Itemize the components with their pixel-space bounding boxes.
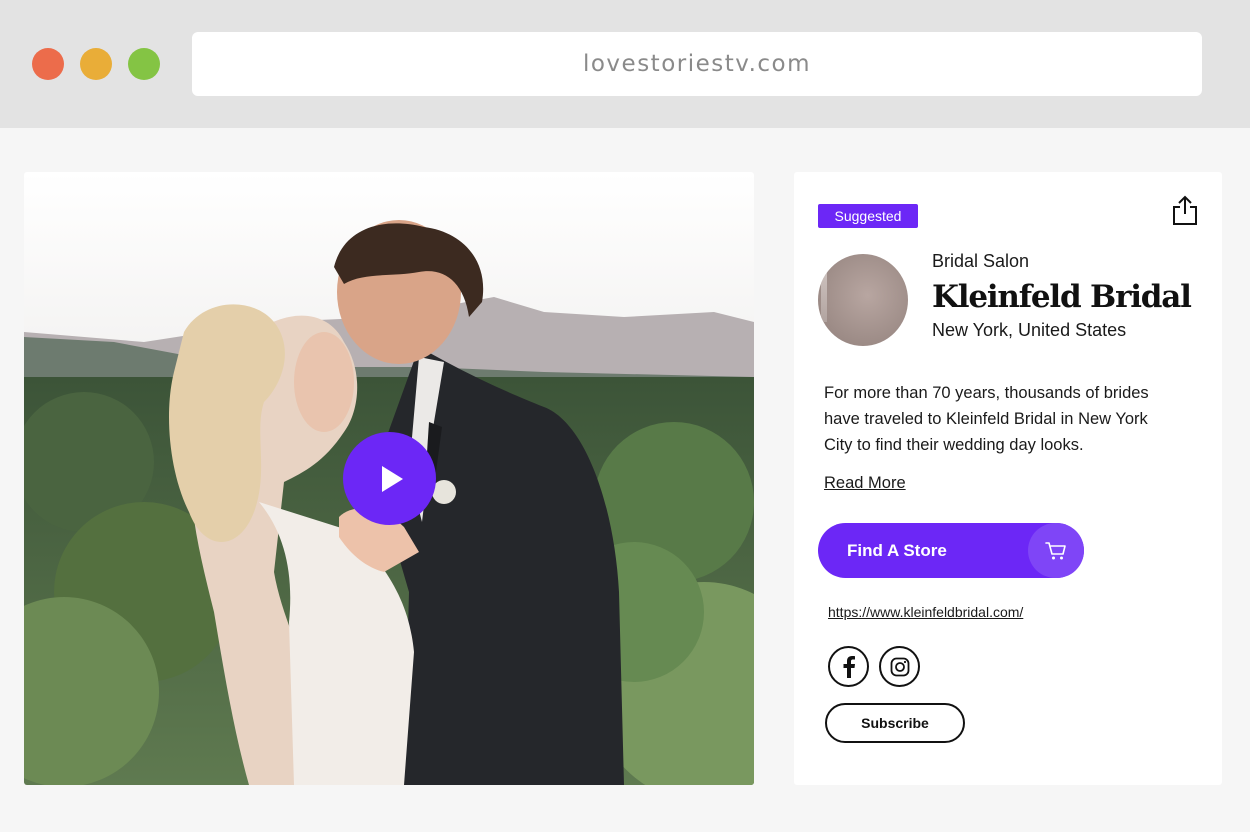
vendor-location: New York, United States <box>932 320 1127 340</box>
find-a-store-button[interactable]: Find A Store <box>818 523 1084 578</box>
window-close-button[interactable] <box>32 48 64 80</box>
play-button[interactable] <box>343 432 436 525</box>
share-icon <box>1173 195 1197 225</box>
facebook-icon <box>843 655 855 678</box>
read-more-link[interactable]: Read More <box>824 474 906 493</box>
suggested-badge: Suggested <box>818 204 918 228</box>
vendor-description: For more than 70 years, thousands of bri… <box>824 384 1149 454</box>
facebook-button[interactable] <box>828 646 869 687</box>
subscribe-button[interactable]: Subscribe <box>825 703 965 743</box>
address-bar[interactable]: lovestoriestv.com <box>192 32 1202 96</box>
vendor-card: Suggested Bridal Salon Kleinfeld Bridal … <box>794 172 1222 785</box>
window-maximize-button[interactable] <box>128 48 160 80</box>
video-player[interactable] <box>24 172 754 785</box>
vendor-name: Kleinfeld Bridal <box>932 279 1192 315</box>
cart-icon <box>1045 541 1066 559</box>
browser-chrome: lovestoriestv.com <box>0 0 1250 128</box>
website-link[interactable]: https://www.kleinfeldbridal.com/ <box>828 604 1023 620</box>
find-a-store-label: Find A Store <box>847 541 947 560</box>
vendor-category: Bridal Salon <box>932 251 1030 271</box>
address-bar-url: lovestoriestv.com <box>582 51 812 77</box>
vendor-avatar[interactable] <box>818 254 908 346</box>
instagram-icon <box>890 657 909 676</box>
instagram-button[interactable] <box>879 646 920 687</box>
window-minimize-button[interactable] <box>80 48 112 80</box>
play-icon <box>381 465 403 492</box>
share-button[interactable] <box>1170 194 1200 226</box>
cart-icon-wrap <box>1028 523 1084 578</box>
